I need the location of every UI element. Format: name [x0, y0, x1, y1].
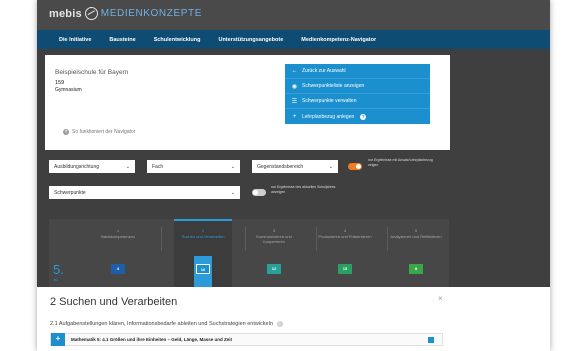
chevron-down-icon: ⌄	[230, 189, 235, 196]
school-card: Beispielschule für Bayern 159 Gymnasium …	[45, 55, 450, 150]
school-name: Beispielschule für Bayern	[55, 69, 129, 76]
nav-item-unterstuetzung[interactable]: Unterstützungsangebote	[218, 37, 283, 43]
add-curriculum-label: Lehrplanbezug anlegen	[302, 113, 355, 120]
logo-text: mebis	[49, 7, 82, 20]
competency-label: Analysieren und Reflektieren	[390, 234, 442, 239]
eye-icon: ◉	[291, 83, 298, 90]
competency-number: 3	[272, 228, 276, 233]
manage-focus-button[interactable]: ☰ Schwerpunkte verwalten	[285, 94, 430, 109]
entry-status-icon	[428, 336, 434, 343]
detail-panel: 2 Suchen und Verarbeiten × 2.1 Aufgabens…	[37, 287, 550, 351]
panel-subheading: 2.1 Aufgabenstellungen klären, Informati…	[50, 321, 283, 327]
competency-column-4[interactable]: 4 Produzieren und Präsentieren	[316, 219, 374, 287]
ausbildungsrichtung-value: Ausbildungsrichtung	[54, 163, 100, 170]
subheading-text: 2.1 Aufgabenstellungen klären, Informati…	[50, 321, 273, 327]
gegenstandsbereich-select[interactable]: Gegenstandsbereich ⌄	[252, 160, 338, 173]
chevron-down-icon: ⌄	[125, 163, 130, 170]
nav-item-schulentwicklung[interactable]: Schulentwicklung	[154, 37, 201, 43]
schoolyear-filter-toggle[interactable]	[252, 189, 266, 196]
schwerpunkte-select[interactable]: Schwerpunkte ⌄	[49, 186, 240, 199]
info-icon[interactable]: i	[276, 321, 283, 327]
nav-item-bausteine[interactable]: Bausteine	[109, 37, 135, 43]
logo-icon	[84, 7, 98, 20]
competency-column-5[interactable]: 5 Analysieren und Reflektieren	[387, 219, 445, 287]
main-nav: Die Initiative Bausteine Schulentwicklun…	[37, 30, 550, 49]
competency-label: Suchen und Verarbeiten	[181, 234, 225, 239]
competency-grid: 1 Basiskompetenzen 2 Suchen und Verarbei…	[49, 219, 449, 287]
grade-number: 5.	[53, 262, 64, 277]
plus-icon: +	[292, 113, 297, 120]
back-to-selection-label: Zurück zur Auswahl	[302, 68, 346, 74]
browser-page: mebis MEDIENKONZEPTE Die Initiative Baus…	[37, 0, 550, 351]
competency-column-3[interactable]: 3 Kommunizieren und Kooperieren	[245, 219, 303, 287]
school-type: Gymnasium	[55, 87, 82, 93]
approach-filter-toggle[interactable]	[348, 163, 362, 170]
arrow-left-icon: ←	[291, 68, 298, 74]
competency-number: 5	[414, 228, 418, 233]
competency-label: Produzieren und Präsentieren	[318, 234, 372, 239]
grade-label: Kl.	[54, 277, 59, 282]
nav-item-navigator[interactable]: Medienkompetenz-Navigator	[301, 37, 376, 43]
brand-subtitle: MEDIENKONZEPTE	[100, 8, 202, 19]
show-focus-list-button[interactable]: ◉ Schwerpunkteliste anzeigen	[285, 79, 430, 94]
fach-select[interactable]: Fach ⌄	[147, 160, 240, 173]
nav-item-initiative[interactable]: Die Initiative	[59, 37, 91, 43]
grade-tile-4[interactable]: 15	[338, 264, 352, 274]
school-number: 159	[55, 80, 65, 86]
help-icon[interactable]: ?	[360, 113, 367, 120]
curriculum-entry-text: Mathematik 5: 4.1 Größen und ihre Einhei…	[71, 337, 233, 342]
manage-focus-label: Schwerpunkte verwalten	[302, 98, 357, 104]
chevron-down-icon: ⌄	[328, 163, 333, 170]
chevron-down-icon: ⌄	[230, 163, 235, 170]
column-divider	[161, 227, 162, 251]
grade-tile-3[interactable]: 12	[267, 264, 281, 274]
list-icon: ☰	[291, 98, 298, 105]
gegenstandsbereich-value: Gegenstandsbereich	[257, 163, 304, 170]
competency-label: Kommunizieren und Kooperieren	[256, 234, 292, 244]
action-menu: ← Zurück zur Auswahl ◉ Schwerpunkteliste…	[285, 64, 430, 124]
site-header: mebis MEDIENKONZEPTE	[37, 0, 550, 30]
approach-filter-label: nur Ergebnisse mit Ansatz/Lehrplanbezug …	[368, 158, 433, 167]
show-focus-list-label: Schwerpunkteliste anzeigen	[302, 83, 365, 89]
curriculum-entry[interactable]: + Mathematik 5: 4.1 Größen und ihre Einh…	[50, 333, 443, 346]
toggle-knob	[356, 164, 361, 169]
navigator-help-link[interactable]: ? So funktioniert der Navigator	[63, 129, 135, 135]
competency-column-1[interactable]: 1 Basiskompetenzen	[89, 219, 147, 287]
competency-number: 2	[201, 228, 205, 233]
navigator-help-label: So funktioniert der Navigator	[72, 129, 136, 135]
expand-plus-icon[interactable]: +	[51, 333, 65, 346]
competency-number: 1	[116, 228, 120, 233]
competency-number: 4	[343, 228, 347, 233]
grade-tile-5[interactable]: 8	[409, 264, 423, 274]
back-to-selection-button[interactable]: ← Zurück zur Auswahl	[285, 64, 430, 79]
grade-tile-1[interactable]: 4	[111, 264, 125, 274]
schwerpunkte-value: Schwerpunkte	[54, 189, 86, 196]
schoolyear-filter-label: nur Ergebnisse des aktuellen Schuljahres…	[271, 185, 336, 194]
competency-label: Basiskompetenzen	[101, 234, 135, 239]
add-curriculum-button[interactable]: + Lehrplanbezug anlegen ?	[285, 109, 430, 124]
fach-value: Fach	[152, 163, 164, 170]
mebis-logo[interactable]: mebis MEDIENKONZEPTE	[49, 7, 202, 20]
toggle-knob	[253, 190, 258, 195]
info-icon: ?	[63, 129, 69, 135]
grade-tile-2[interactable]: 16	[196, 264, 210, 274]
panel-title: 2 Suchen und Verarbeiten	[50, 296, 178, 308]
ausbildungsrichtung-select[interactable]: Ausbildungsrichtung ⌄	[49, 160, 135, 173]
close-icon[interactable]: ×	[438, 294, 443, 303]
